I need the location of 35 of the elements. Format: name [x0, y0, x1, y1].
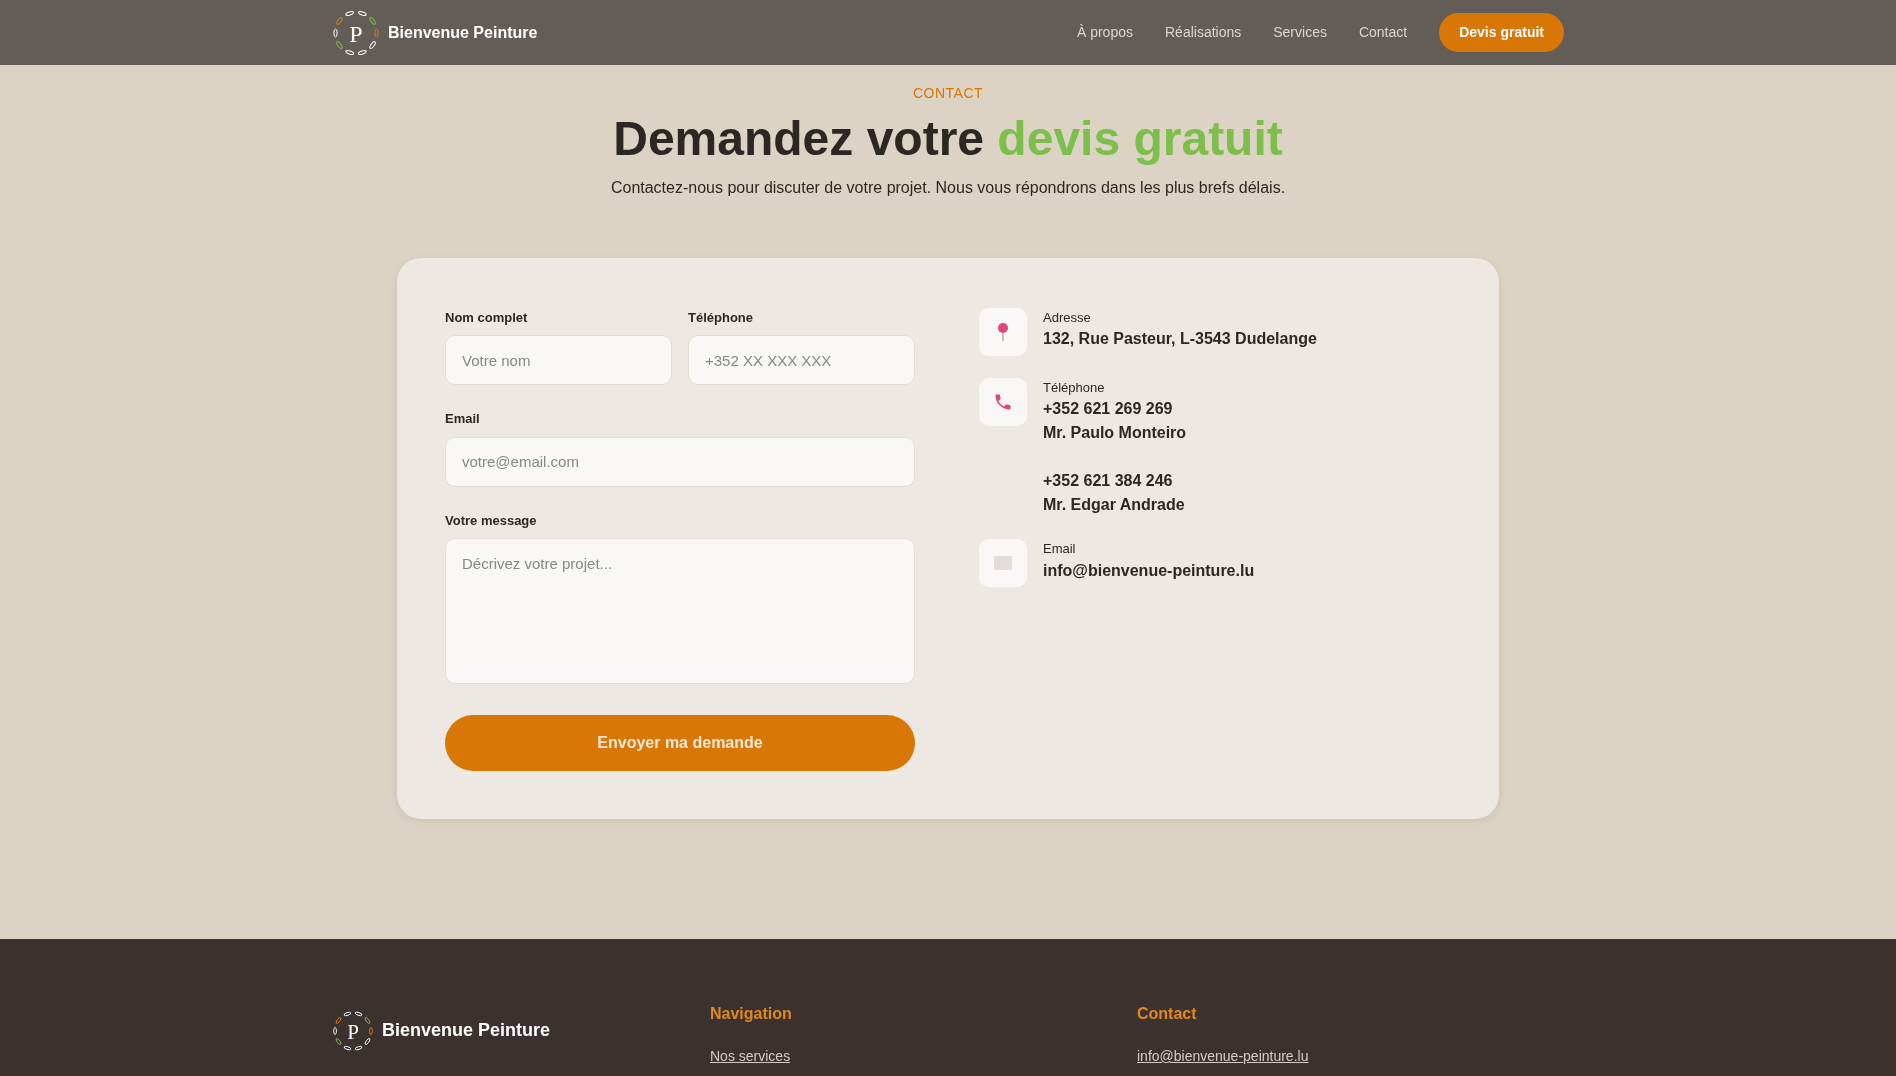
footer-link[interactable]: info@bienvenue-peinture.lu — [1137, 1046, 1564, 1067]
field-label: Téléphone — [688, 308, 754, 327]
input-field[interactable]: votre@email.com — [445, 436, 915, 487]
nav-link[interactable]: À propos — [1076, 22, 1133, 43]
contact-label: Adresse — [1043, 308, 1092, 327]
logo-drawing: P — [332, 8, 380, 57]
nav-link[interactable]: Contact — [1358, 22, 1408, 43]
contact-value: Mr. Edgar Andrade — [1043, 495, 1186, 516]
nav-link[interactable]: Services — [1273, 22, 1327, 43]
contact-value: +352 621 269 269 — [1043, 399, 1174, 420]
footer-heading: Navigation — [710, 1004, 793, 1024]
contact-label: Email — [1043, 540, 1077, 559]
contact-value: 132, Rue Pasteur, L-3543 Dudelange — [1043, 329, 1317, 350]
contact-value: +352 621 384 246 — [1043, 471, 1174, 492]
brand-name: Bienvenue Peinture — [382, 1019, 551, 1042]
section-title: Demandez votre devis gratuit — [612, 111, 1284, 167]
field-label: Email — [445, 410, 481, 429]
quote-button[interactable]: Devis gratuit — [1439, 13, 1564, 52]
contact-label: Téléphone — [1043, 378, 1106, 397]
brand-name[interactable]: Bienvenue Peinture — [388, 20, 538, 45]
input-field[interactable]: +352 XX XXX XXX — [688, 335, 915, 386]
message-field[interactable]: Décrivez votre projet... — [445, 538, 915, 685]
submit-button[interactable]: Envoyer ma demande — [445, 715, 915, 772]
logo-drawing: P — [332, 1009, 374, 1052]
section-eyebrow: CONTACT — [911, 84, 985, 103]
nav-link[interactable]: Réalisations — [1165, 22, 1242, 43]
contact-value: Mr. Paulo Monteiro — [1043, 423, 1187, 444]
field-label: Nom complet — [445, 308, 529, 327]
input-field[interactable]: Votre nom — [445, 335, 672, 386]
section-subtitle: Contactez-nous pour discuter de votre projet. Nous vous répondrons dans les plus brefs délais. — [609, 177, 1287, 198]
footer-link[interactable]: Nos services — [710, 1046, 1137, 1067]
field-label: Votre message — [445, 511, 538, 530]
pin-icon — [996, 321, 1010, 342]
footer-heading: Contact — [1137, 1004, 1198, 1024]
contact-value: info@bienvenue-peinture.lu — [1043, 560, 1255, 581]
